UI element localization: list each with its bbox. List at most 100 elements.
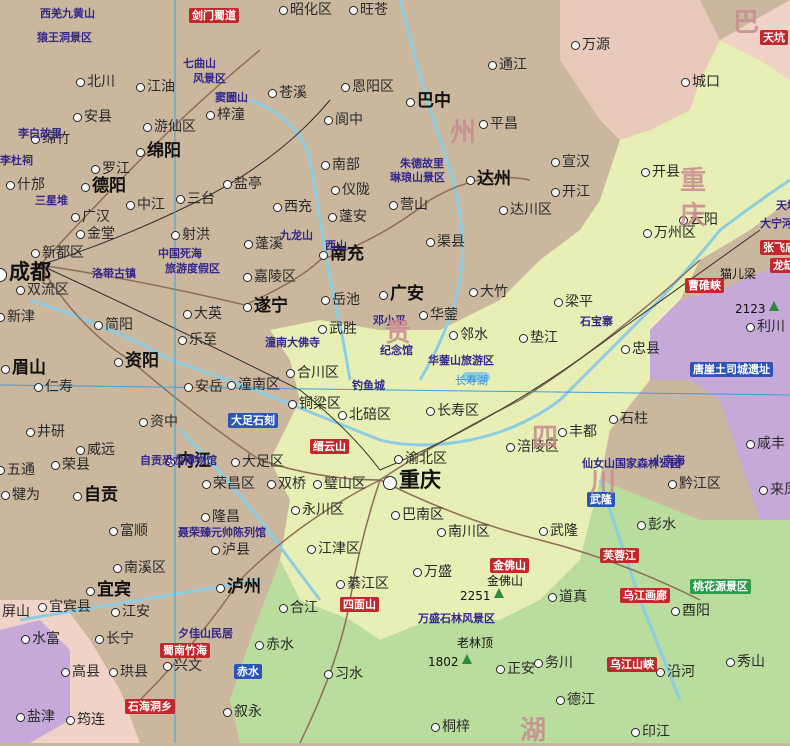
city-label: 富顺	[120, 523, 148, 539]
scenic-label: 天坑	[776, 199, 790, 212]
city-dot-icon	[551, 188, 560, 197]
city-dot-icon	[499, 206, 508, 215]
city-label: 仪陇	[342, 182, 370, 198]
scenic-label: 九龙山	[280, 229, 313, 242]
city-dot-icon	[223, 708, 232, 717]
city-label: 江安	[122, 604, 150, 620]
province-label: 贵	[385, 318, 412, 348]
city-dot-icon	[286, 369, 295, 378]
capital-label: 成都	[9, 260, 51, 284]
city-label: 蓬溪	[255, 236, 283, 252]
scenic-label: 万盛石林风景区	[418, 612, 495, 625]
city-label: 筠连	[77, 712, 105, 728]
peak-elevation: 1802	[428, 655, 459, 669]
city-label: 石柱	[620, 411, 648, 427]
peak-elevation: 2123	[735, 302, 766, 316]
city-label: 永川区	[302, 502, 344, 518]
scenic-label: 西羌九黄山	[40, 7, 95, 20]
city-label: 合江	[290, 600, 318, 616]
city-label: 安县	[84, 109, 112, 125]
city-label: 武隆	[550, 523, 578, 539]
city-label: 阆中	[335, 112, 363, 128]
lake-label: 长寿湖	[455, 374, 488, 387]
city-dot-icon	[466, 176, 475, 185]
city-dot-icon	[391, 511, 400, 520]
city-label: 秀山	[737, 654, 765, 670]
city-dot-icon	[38, 603, 47, 612]
city-dot-icon	[184, 383, 193, 392]
city-dot-icon	[136, 83, 145, 92]
scenic-label: 李白故里	[18, 127, 62, 140]
city-label: 江津区	[318, 541, 360, 557]
city-dot-icon	[91, 165, 100, 174]
city-label: 忠县	[632, 341, 660, 357]
city-label: 开江	[562, 184, 590, 200]
city-label: 苍溪	[279, 85, 307, 101]
city-dot-icon	[637, 521, 646, 530]
city-dot-icon	[539, 527, 548, 536]
city-label: 长寿区	[437, 403, 479, 419]
city-label: 江油	[147, 79, 175, 95]
city-dot-icon	[519, 334, 528, 343]
city-label: 来凤	[770, 482, 790, 498]
city-dot-icon	[328, 213, 337, 222]
city-label: 咸丰	[757, 436, 785, 452]
city-label: 金堂	[87, 226, 115, 242]
city-label: 正安	[507, 661, 535, 677]
city-dot-icon	[216, 584, 225, 593]
city-label: 荣昌区	[213, 476, 255, 492]
scenic-label: 窦圌山	[215, 91, 248, 104]
city-dot-icon	[338, 411, 347, 420]
province-label: 川	[590, 468, 617, 498]
scenic-box-blue: 大足石刻	[228, 413, 278, 428]
city-label: 平昌	[490, 116, 518, 132]
scenic-box-green: 桃花源景区	[690, 579, 751, 594]
city-dot-icon	[394, 455, 403, 464]
city-label: 万源	[582, 37, 610, 53]
scenic-box-red: 剑门蜀道	[189, 8, 239, 23]
city-dot-icon	[95, 635, 104, 644]
city-label: 达川区	[510, 202, 552, 218]
city-dot-icon	[558, 428, 567, 437]
city-dot-icon	[279, 6, 288, 15]
city-label: 自贡	[84, 485, 118, 505]
scenic-box-red: 蜀南竹海	[160, 643, 210, 658]
province-label: 庆	[680, 201, 707, 231]
city-label: 綦江区	[347, 576, 389, 592]
city-label: 泸州	[227, 577, 261, 597]
city-label: 新津	[7, 309, 35, 325]
scenic-label: 琳琅山景区	[390, 171, 445, 184]
city-label: 北川	[87, 74, 115, 90]
city-dot-icon	[291, 506, 300, 515]
city-dot-icon	[554, 298, 563, 307]
city-label: 璧山区	[324, 476, 366, 492]
city-dot-icon	[746, 440, 755, 449]
city-dot-icon	[668, 480, 677, 489]
peak-name: 老林顶	[457, 636, 494, 650]
city-dot-icon	[469, 288, 478, 297]
city-dot-icon	[556, 696, 565, 705]
city-label: 印江	[642, 724, 670, 740]
city-label: 北碚区	[349, 407, 391, 423]
scenic-box-red: 芙蓉江	[600, 548, 639, 563]
scenic-label: 风景区	[193, 72, 226, 85]
city-label: 仁寿	[45, 379, 73, 395]
city-label: 乐至	[189, 332, 217, 348]
city-dot-icon	[288, 400, 297, 409]
scenic-label: 钓鱼城	[352, 379, 385, 392]
city-label: 务川	[545, 655, 573, 671]
scenic-label: 猿王洞景区	[37, 31, 92, 44]
city-label: 大竹	[480, 284, 508, 300]
city-dot-icon	[349, 6, 358, 15]
scenic-label: 中国死海	[158, 247, 202, 260]
city-label: 彭水	[648, 517, 676, 533]
city-dot-icon	[136, 148, 145, 157]
city-label: 德阳	[92, 176, 126, 196]
city-dot-icon	[6, 181, 15, 190]
city-dot-icon	[66, 716, 75, 725]
city-dot-icon	[726, 658, 735, 667]
scenic-label: 西山	[325, 239, 347, 252]
city-label: 叙永	[234, 704, 262, 720]
scenic-box-red: 曹碓峡	[685, 278, 724, 293]
city-dot-icon	[319, 251, 328, 260]
